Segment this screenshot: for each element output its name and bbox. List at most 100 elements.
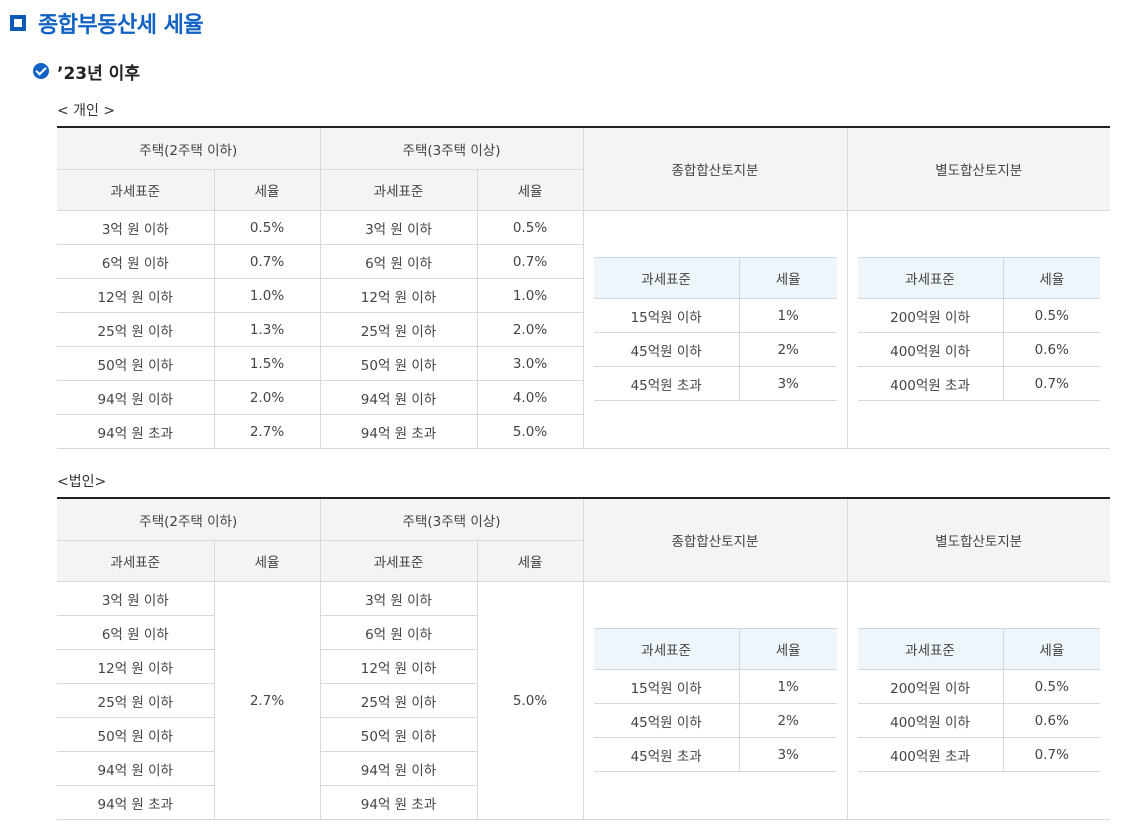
rate-cell: 0.5% bbox=[214, 210, 321, 245]
base-cell: 94억 원 이하 bbox=[320, 751, 478, 786]
individual-tax-table: 주택(2주택 이하) 주택(3주택 이상) 종합합산토지분 별도합산토지분 과세… bbox=[57, 126, 1110, 449]
table-row: 400억원 이하 0.6% bbox=[857, 332, 1100, 367]
rate-cell: 4.0% bbox=[477, 380, 584, 415]
table-row: 15억원 이하 1% bbox=[593, 669, 837, 704]
rate-cell: 0.7% bbox=[1003, 366, 1100, 401]
header-base: 과세표준 bbox=[593, 628, 740, 670]
base-cell: 12억 원 이하 bbox=[320, 649, 478, 684]
header-rate: 세율 bbox=[739, 257, 837, 299]
header-base: 과세표준 bbox=[320, 540, 478, 582]
base-cell: 200억원 이하 bbox=[857, 298, 1004, 333]
header-land-general: 종합합산토지분 bbox=[583, 497, 848, 582]
base-cell: 94억 원 이하 bbox=[57, 751, 215, 786]
base-cell: 3억 원 이하 bbox=[320, 210, 478, 245]
square-bullet-icon bbox=[10, 15, 26, 31]
base-cell: 400억원 초과 bbox=[857, 366, 1004, 401]
base-cell: 94억 원 초과 bbox=[57, 414, 215, 449]
land-general-table: 과세표준 세율 15억원 이하 1% 45억원 이하 2% 45억원 초과 3% bbox=[593, 257, 837, 401]
rate-cell: 1% bbox=[739, 669, 837, 704]
header-rate: 세율 bbox=[1003, 257, 1100, 299]
rate-cell: 2.0% bbox=[477, 312, 584, 347]
header-rate: 세율 bbox=[477, 169, 584, 211]
base-cell: 3억 원 이하 bbox=[320, 581, 478, 616]
rate-cell: 0.6% bbox=[1003, 703, 1100, 738]
base-cell: 45억원 초과 bbox=[593, 737, 740, 772]
rate-cell: 0.5% bbox=[477, 210, 584, 245]
rate-cell: 1.3% bbox=[214, 312, 321, 347]
base-cell: 45억원 이하 bbox=[593, 703, 740, 738]
rate-cell: 1.0% bbox=[214, 278, 321, 313]
base-cell: 12억 원 이하 bbox=[320, 278, 478, 313]
table-row: 45억원 이하 2% bbox=[593, 332, 837, 367]
rate-cell: 1.0% bbox=[477, 278, 584, 313]
header-base: 과세표준 bbox=[57, 169, 215, 211]
land-separate-panel: 과세표준 세율 200억원 이하 0.5% 400억원 이하 0.6% 400억… bbox=[847, 581, 1110, 820]
table-row: 45억원 초과 3% bbox=[593, 737, 837, 772]
rate-cell: 2.0% bbox=[214, 380, 321, 415]
header-base: 과세표준 bbox=[57, 540, 215, 582]
base-cell: 400억원 이하 bbox=[857, 332, 1004, 367]
base-cell: 12억 원 이하 bbox=[57, 649, 215, 684]
header-housing-3-or-more: 주택(3주택 이상) bbox=[320, 497, 584, 541]
rate-cell: 3% bbox=[739, 737, 837, 772]
base-cell: 400억원 초과 bbox=[857, 737, 1004, 772]
base-cell: 6억 원 이하 bbox=[320, 244, 478, 279]
rate-cell: 2.7% bbox=[214, 414, 321, 449]
rate-cell: 0.5% bbox=[1003, 298, 1100, 333]
subtitle-row: ’23년 이후 bbox=[33, 60, 140, 84]
base-cell: 94억 원 초과 bbox=[57, 785, 215, 820]
check-circle-icon bbox=[33, 63, 49, 79]
header-housing-2-or-less: 주택(2주택 이하) bbox=[57, 497, 321, 541]
header-rate: 세율 bbox=[739, 628, 837, 670]
table-row: 45억원 이하 2% bbox=[593, 703, 837, 738]
flat-rate-cell: 5.0% bbox=[477, 581, 584, 820]
base-cell: 400억원 이하 bbox=[857, 703, 1004, 738]
base-cell: 25억 원 이하 bbox=[57, 683, 215, 718]
base-cell: 50억 원 이하 bbox=[320, 346, 478, 381]
header-housing-2-or-less: 주택(2주택 이하) bbox=[57, 126, 321, 170]
rate-cell: 1.5% bbox=[214, 346, 321, 381]
base-cell: 25억 원 이하 bbox=[320, 312, 478, 347]
base-cell: 94억 원 초과 bbox=[320, 414, 478, 449]
header-base: 과세표준 bbox=[320, 169, 478, 211]
base-cell: 200억원 이하 bbox=[857, 669, 1004, 704]
header-housing-3-or-more: 주택(3주택 이상) bbox=[320, 126, 584, 170]
header-rate: 세율 bbox=[214, 540, 321, 582]
header-land-general: 종합합산토지분 bbox=[583, 126, 848, 211]
base-cell: 3억 원 이하 bbox=[57, 210, 215, 245]
base-cell: 3억 원 이하 bbox=[57, 581, 215, 616]
header-base: 과세표준 bbox=[857, 628, 1004, 670]
base-cell: 50억 원 이하 bbox=[57, 717, 215, 752]
header-land-separate: 별도합산토지분 bbox=[847, 126, 1110, 211]
header-base: 과세표준 bbox=[593, 257, 740, 299]
rate-cell: 0.5% bbox=[1003, 669, 1100, 704]
section-subtitle: ’23년 이후 bbox=[57, 63, 140, 84]
base-cell: 94억 원 초과 bbox=[320, 785, 478, 820]
page-title: 종합부동산세 세율 bbox=[38, 13, 204, 38]
table-row: 45억원 초과 3% bbox=[593, 366, 837, 401]
rate-cell: 3.0% bbox=[477, 346, 584, 381]
table-row: 3억 원 이하 2.7% 3억 원 이하 5.0% 과세표준 세율 15억원 이… bbox=[57, 581, 1110, 820]
header-base: 과세표준 bbox=[857, 257, 1004, 299]
header-rate: 세율 bbox=[1003, 628, 1100, 670]
header-land-separate: 별도합산토지분 bbox=[847, 497, 1110, 582]
rate-cell: 1% bbox=[739, 298, 837, 333]
base-cell: 50억 원 이하 bbox=[57, 346, 215, 381]
rate-cell: 0.7% bbox=[1003, 737, 1100, 772]
page-title-row: 종합부동산세 세율 bbox=[10, 8, 204, 38]
header-rate: 세율 bbox=[477, 540, 584, 582]
rate-cell: 3% bbox=[739, 366, 837, 401]
rate-cell: 5.0% bbox=[477, 414, 584, 449]
land-separate-panel: 과세표준 세율 200억원 이하 0.5% 400억원 이하 0.6% 400억… bbox=[847, 210, 1110, 449]
corporate-tax-table: 주택(2주택 이하) 주택(3주택 이상) 종합합산토지분 별도합산토지분 과세… bbox=[57, 497, 1110, 820]
table-row: 400억원 초과 0.7% bbox=[857, 737, 1100, 772]
base-cell: 45억원 초과 bbox=[593, 366, 740, 401]
rate-cell: 2% bbox=[739, 332, 837, 367]
land-separate-table: 과세표준 세율 200억원 이하 0.5% 400억원 이하 0.6% 400억… bbox=[857, 628, 1100, 772]
section-label-corporate: <법인> bbox=[57, 474, 107, 490]
rate-cell: 0.7% bbox=[477, 244, 584, 279]
section-label-individual: < 개인 > bbox=[57, 103, 116, 119]
base-cell: 94억 원 이하 bbox=[320, 380, 478, 415]
base-cell: 25억 원 이하 bbox=[320, 683, 478, 718]
base-cell: 50억 원 이하 bbox=[320, 717, 478, 752]
